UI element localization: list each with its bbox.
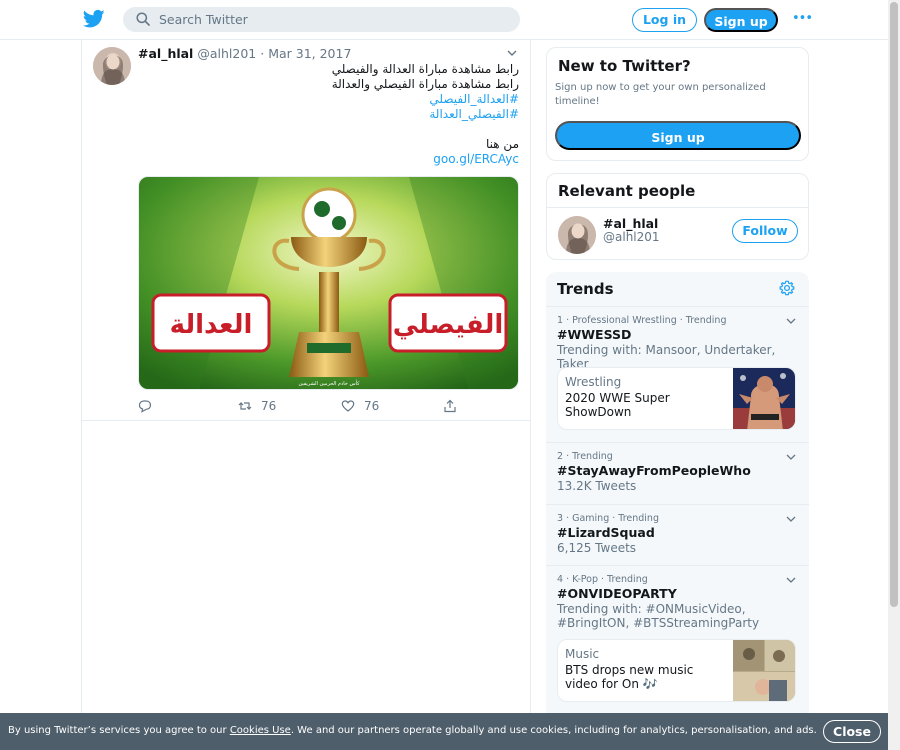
more-dots-icon[interactable]: ••• <box>792 12 813 26</box>
cookie-text: By using Twitter’s services you agree to… <box>8 725 817 736</box>
media-caption: كأس خادم الحرمين الشريفين <box>299 379 361 387</box>
person-handle[interactable]: @alhl201 <box>603 230 660 244</box>
reply-button[interactable] <box>138 397 152 415</box>
cookie-text-before: By using Twitter’s services you agree to… <box>8 725 230 736</box>
heart-icon <box>341 400 355 412</box>
trend-card[interactable]: Wrestling 2020 WWE Super ShowDown <box>557 367 796 430</box>
avatar-image <box>93 47 131 85</box>
timeline: #al_hlal @alhl201 · Mar 31, 2017 رابط مش… <box>81 40 531 750</box>
trend-meta: 2 · Trending <box>557 451 613 462</box>
gear-icon[interactable] <box>779 280 795 296</box>
tweet-media-image[interactable]: العدالة الفيصلي كأس خادم الحرمين الشريفي… <box>138 176 519 390</box>
chevron-down-icon[interactable] <box>786 576 796 584</box>
chevron-down-icon[interactable] <box>786 453 796 461</box>
trend-title[interactable]: #LizardSquad <box>557 525 797 541</box>
top-navigation-bar: Log in Sign up ••• <box>0 0 888 40</box>
trend-title[interactable]: #StayAwayFromPeopleWho <box>557 463 797 479</box>
search-input[interactable] <box>159 7 499 32</box>
card-text: BTS drops new music video for On 🎶 <box>565 663 694 691</box>
cookie-text-after: . We and our partners operate globally a… <box>290 725 817 736</box>
card-thumbnail <box>733 368 795 429</box>
trend-meta: 4 · K-Pop · Trending <box>557 574 648 585</box>
cookie-banner: By using Twitter’s services you agree to… <box>0 713 888 750</box>
divider <box>547 207 808 208</box>
tweet-date[interactable]: Mar 31, 2017 <box>268 46 351 61</box>
panel-title: New to Twitter? <box>558 57 691 75</box>
panel-title: Relevant people <box>558 182 696 200</box>
avatar-image <box>558 216 596 254</box>
avatar[interactable] <box>558 216 596 254</box>
tweet-header: #al_hlal @alhl201 · Mar 31, 2017 <box>138 46 351 61</box>
panel-title: Trends <box>557 280 614 298</box>
hashtag-link[interactable]: #الفيصلي_العدالة <box>138 107 519 122</box>
hashtag-link[interactable]: #العدالة_الفيصلي <box>138 92 519 107</box>
cookies-use-link[interactable]: Cookies Use <box>230 725 291 736</box>
tweet-author-name[interactable]: #al_hlal <box>138 46 193 61</box>
panel-subtitle: Sign up now to get your own personalized… <box>555 82 766 107</box>
retweet-button[interactable]: 76 <box>238 397 276 415</box>
tweet-line: من هنا <box>486 137 519 151</box>
trend-meta: 3 · Gaming · Trending <box>557 513 659 524</box>
new-to-twitter-panel: New to Twitter? Sign up now to get your … <box>546 47 809 161</box>
divider <box>546 504 809 505</box>
login-button[interactable]: Log in <box>632 8 697 32</box>
trend-description: 13.2K Tweets <box>557 479 637 493</box>
trend-description: 6,125 Tweets <box>557 541 637 555</box>
trend-meta: 1 · Professional Wrestling · Trending <box>557 315 727 326</box>
chevron-down-icon[interactable] <box>786 317 796 325</box>
person-name[interactable]: #al_hlal <box>603 216 658 231</box>
trend-item[interactable]: 1 · Professional Wrestling · Trending #W… <box>557 315 797 371</box>
signup-button[interactable]: Sign up <box>555 121 801 150</box>
tweet-link[interactable]: goo.gl/ERCAyc <box>138 152 519 167</box>
twitter-bird-icon[interactable] <box>83 9 105 29</box>
tweet-actions: 76 76 <box>138 397 519 415</box>
avatar[interactable] <box>93 47 131 85</box>
tweet-line: رابط مشاهدة مباراة الفيصلي والعدالة <box>331 77 519 91</box>
follow-button[interactable]: Follow <box>732 219 798 243</box>
search-icon <box>136 12 150 26</box>
retweet-count: 76 <box>261 399 277 413</box>
trend-item[interactable]: 4 · K-Pop · Trending #ONVIDEOPARTY Trend… <box>557 574 797 630</box>
tweet-author-handle[interactable]: @alhl201 <box>197 46 256 61</box>
trend-title[interactable]: #WWESSD <box>557 327 797 343</box>
tweet-text: رابط مشاهدة مباراة العدالة والفيصلي رابط… <box>138 62 519 167</box>
trend-description: Trending with: #ONMusicVideo, #BringItON… <box>557 602 760 630</box>
signup-button[interactable]: Sign up <box>704 8 778 32</box>
tweet-line: رابط مشاهدة مباراة العدالة والفيصلي <box>331 62 519 76</box>
card-text: 2020 WWE Super ShowDown <box>565 391 670 419</box>
divider <box>546 306 809 307</box>
card-category: Music <box>565 647 600 661</box>
reply-icon <box>138 400 152 413</box>
retweet-icon <box>238 402 252 410</box>
share-button[interactable] <box>443 397 457 415</box>
scrollbar[interactable] <box>888 0 900 750</box>
trend-title[interactable]: #ONVIDEOPARTY <box>557 586 797 602</box>
divider <box>546 442 809 443</box>
chevron-down-icon[interactable] <box>506 48 518 58</box>
scrollbar-thumb[interactable] <box>890 2 898 607</box>
tweet[interactable]: #al_hlal @alhl201 · Mar 31, 2017 رابط مش… <box>82 40 530 421</box>
trend-item[interactable]: 3 · Gaming · Trending #LizardSquad 6,125… <box>557 513 797 555</box>
share-icon <box>444 399 456 413</box>
divider <box>546 565 809 566</box>
media-label-right: الفيصلي <box>393 310 504 340</box>
trend-card[interactable]: Music BTS drops new music video for On 🎶 <box>557 639 796 702</box>
like-count: 76 <box>364 399 380 413</box>
separator: · <box>260 46 265 61</box>
search-box[interactable] <box>123 7 520 32</box>
card-thumbnail <box>733 640 795 701</box>
close-button[interactable]: Close <box>823 720 881 743</box>
trend-item[interactable]: 2 · Trending #StayAwayFromPeopleWho 13.2… <box>557 451 797 493</box>
chevron-down-icon[interactable] <box>786 515 796 523</box>
like-button[interactable]: 76 <box>341 397 379 415</box>
trends-panel: Trends 1 · Professional Wrestling · Tren… <box>546 272 809 722</box>
media-label-left: العدالة <box>170 310 253 340</box>
relevant-people-panel: Relevant people #al_hlal @alhl201 Follow <box>546 173 809 260</box>
card-category: Wrestling <box>565 375 622 389</box>
